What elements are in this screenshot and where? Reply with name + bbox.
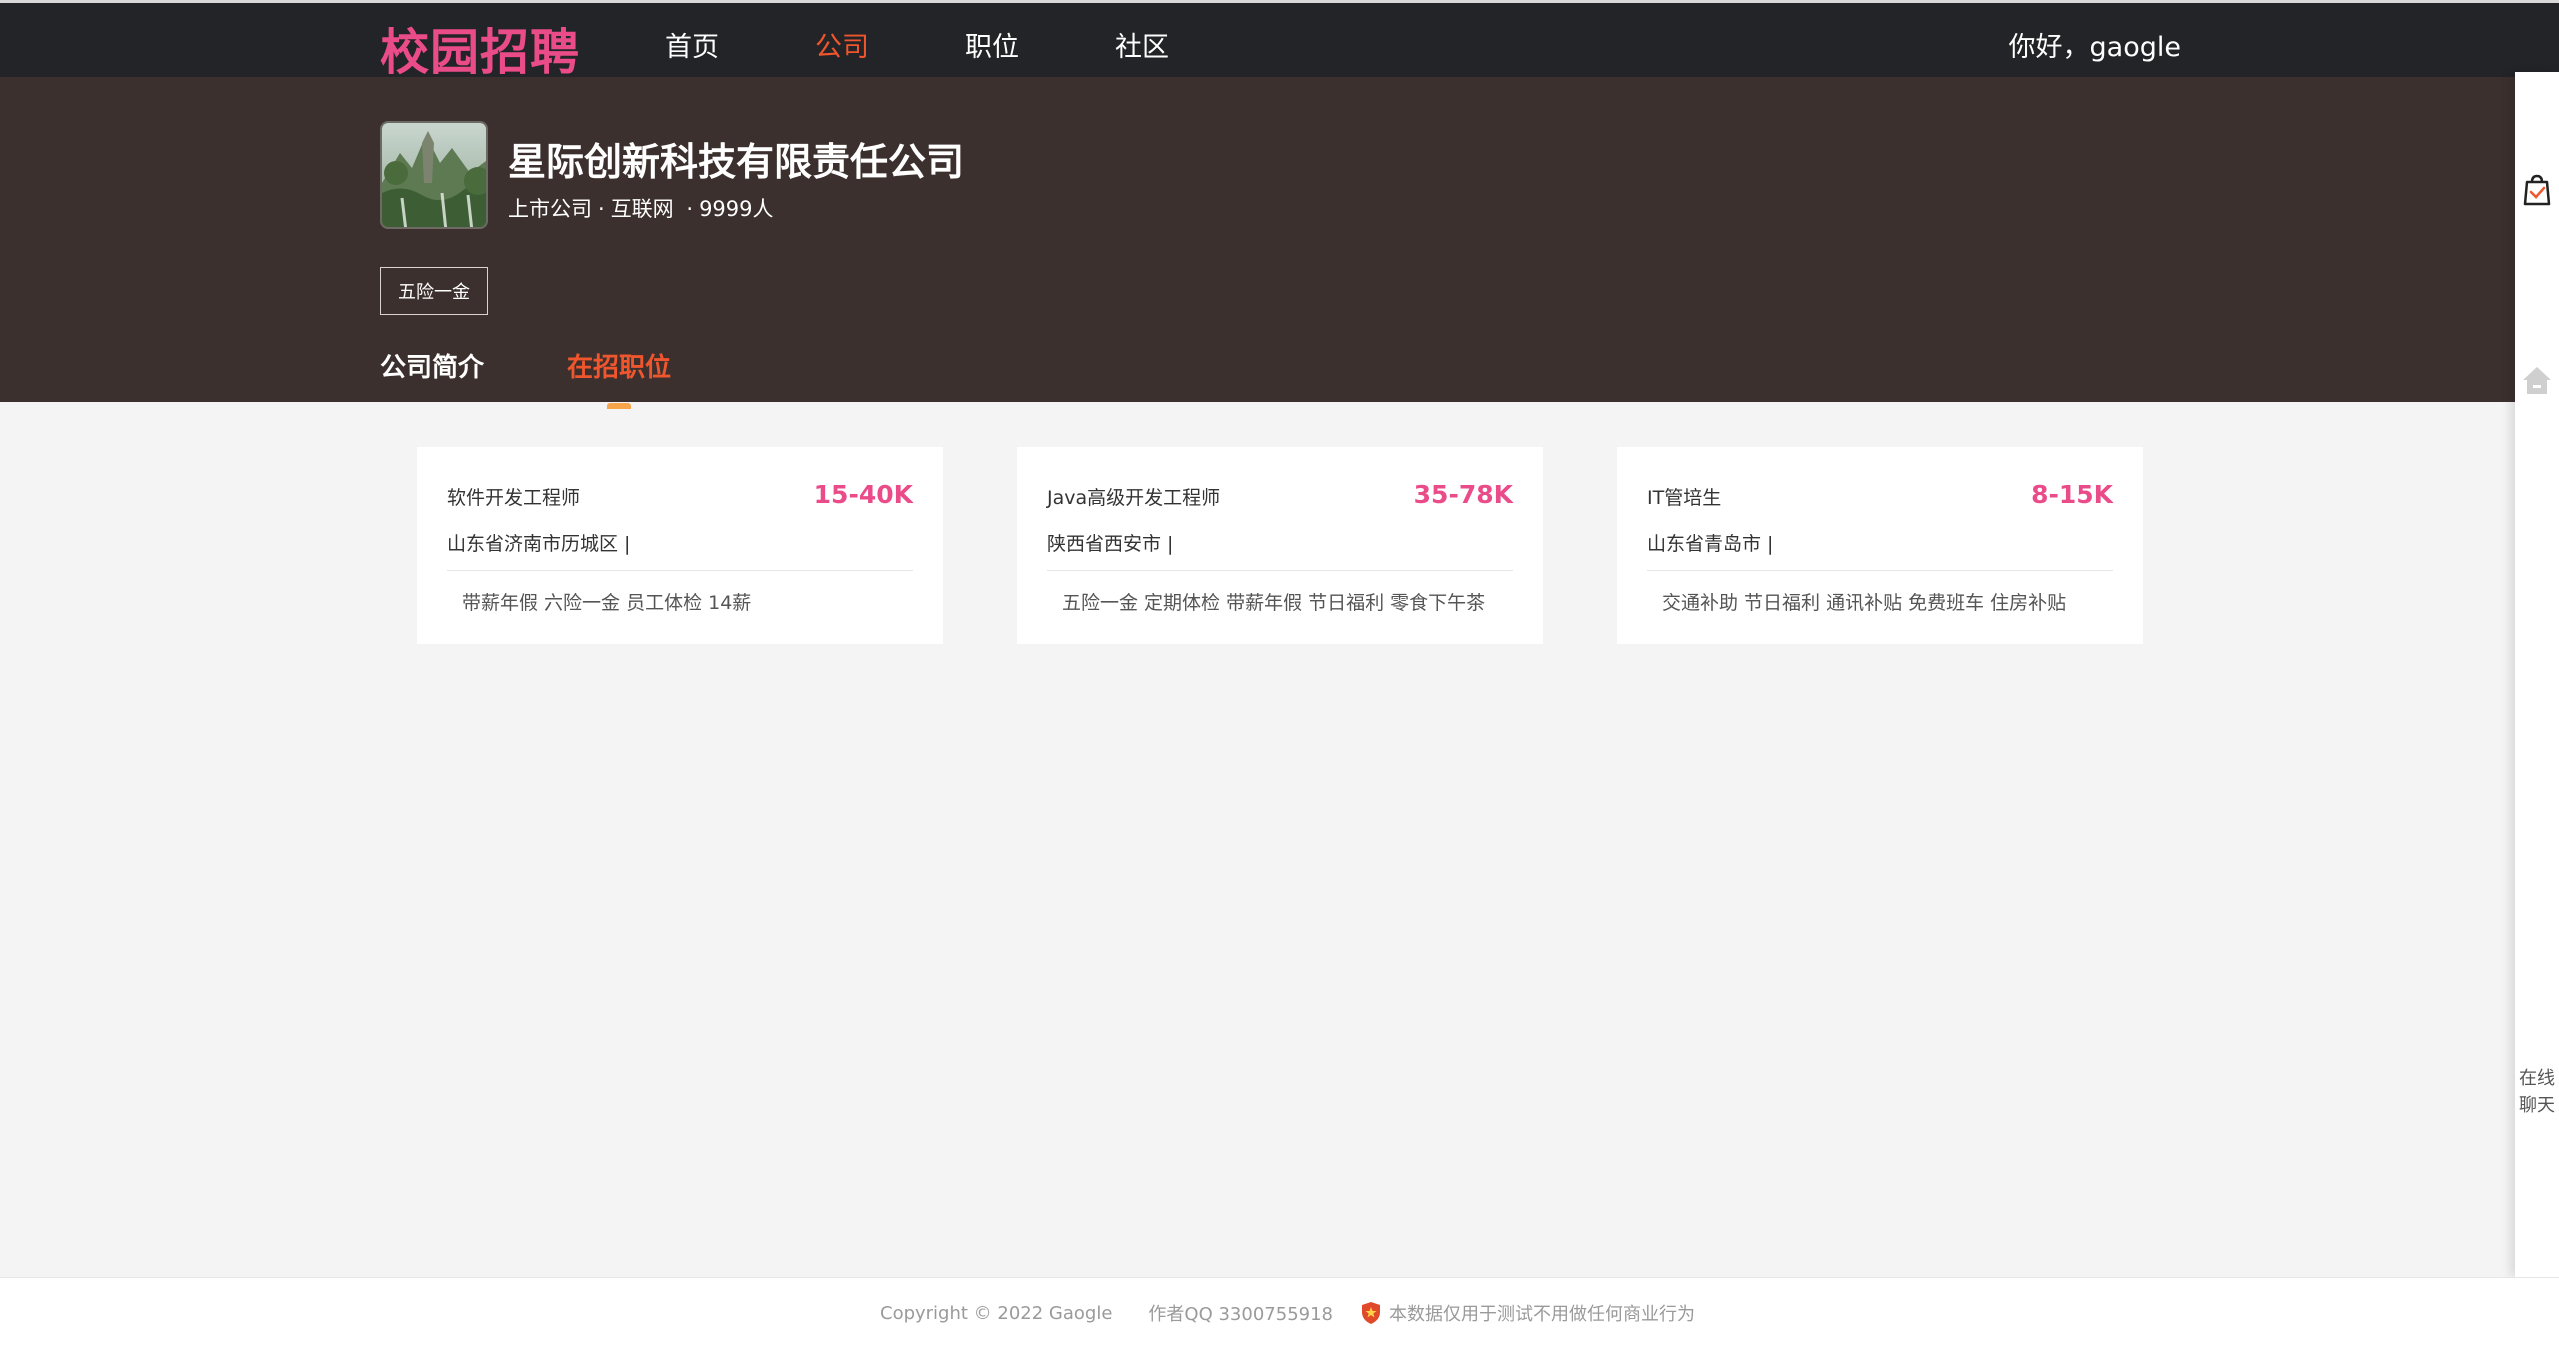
top-navbar: 校园招聘 首页 公司 职位 社区 你好，gaogle: [0, 0, 2559, 81]
shield-icon: [1362, 1302, 1381, 1324]
job-location: 山东省青岛市 |: [1647, 533, 1774, 555]
home-icon[interactable]: [2519, 362, 2555, 398]
online-chat-button[interactable]: 在线 聊天: [2519, 1065, 2559, 1119]
disclaimer-text: 本数据仅用于测试不用做任何商业行为: [1389, 1304, 1696, 1325]
nav-item-company[interactable]: 公司: [815, 25, 869, 64]
job-location: 陕西省西安市 |: [1047, 533, 1174, 555]
job-benefits: 交通补助 节日福利 通讯补贴 免费班车 住房补贴: [1662, 592, 2067, 614]
job-salary: 15-40K: [813, 480, 913, 509]
footer-content: Copyright © 2022 Gaogle 作者QQ 3300755918 …: [880, 1300, 1695, 1326]
meta-separator: ·: [686, 197, 694, 221]
meta-separator: ·: [598, 197, 605, 221]
company-logo-image: [382, 123, 486, 227]
footer: Copyright © 2022 Gaogle 作者QQ 3300755918 …: [0, 1277, 2559, 1348]
job-card[interactable]: Java高级开发工程师 35-78K 陕西省西安市 | 五险一金 定期体检 带薪…: [1017, 447, 1543, 644]
tab-company-intro[interactable]: 公司简介: [380, 347, 484, 384]
job-card[interactable]: IT管培生 8-15K 山东省青岛市 | 交通补助 节日福利 通讯补贴 免费班车…: [1617, 447, 2143, 644]
company-tabs: 公司简介 在招职位: [380, 347, 754, 409]
job-list: 软件开发工程师 15-40K 山东省济南市历城区 | 带薪年假 六险一金 员工体…: [417, 447, 2143, 644]
job-title[interactable]: 软件开发工程师: [447, 483, 580, 510]
author-qq-text: 作者QQ 3300755918: [1148, 1304, 1334, 1325]
job-title[interactable]: Java高级开发工程师: [1047, 483, 1220, 510]
job-benefits: 带薪年假 六险一金 员工体检 14薪: [462, 592, 752, 614]
site-logo[interactable]: 校园招聘: [380, 13, 580, 84]
job-salary: 35-78K: [1413, 480, 1513, 509]
company-name: 星际创新科技有限责任公司: [508, 140, 965, 184]
card-divider: [1047, 570, 1513, 571]
company-industry: 互联网: [610, 197, 674, 221]
card-divider: [447, 570, 913, 571]
job-benefits: 五险一金 定期体检 带薪年假 节日福利 零食下午茶: [1062, 592, 1486, 614]
company-meta: 上市公司 · 互联网 · 9999人: [508, 193, 780, 223]
company-type: 上市公司: [508, 197, 592, 221]
nav-item-home[interactable]: 首页: [665, 25, 719, 64]
company-logo: [380, 121, 488, 229]
tab-open-positions[interactable]: 在招职位: [567, 347, 671, 409]
benefit-tag: 五险一金: [380, 267, 488, 315]
card-divider: [1647, 570, 2113, 571]
company-size: 9999人: [699, 197, 774, 221]
main-nav: 首页 公司 职位 社区: [665, 25, 1265, 64]
nav-item-community[interactable]: 社区: [1115, 25, 1169, 64]
cart-icon[interactable]: [2519, 172, 2555, 208]
user-greeting[interactable]: 你好，gaogle: [2009, 25, 2181, 64]
chat-label-line2: 聊天: [2519, 1095, 2555, 1116]
chat-label-line1: 在线: [2519, 1068, 2555, 1089]
copyright-text: Copyright © 2022 Gaogle: [880, 1302, 1113, 1324]
company-header: 星际创新科技有限责任公司 上市公司 · 互联网 · 9999人 五险一金 公司简介 在…: [0, 77, 2515, 409]
job-location: 山东省济南市历城区 |: [447, 533, 631, 555]
right-sidebar: 在线 聊天: [2515, 72, 2559, 1277]
job-title[interactable]: IT管培生: [1647, 483, 1721, 510]
nav-item-jobs[interactable]: 职位: [965, 25, 1019, 64]
job-salary: 8-15K: [2031, 480, 2113, 509]
job-card[interactable]: 软件开发工程师 15-40K 山东省济南市历城区 | 带薪年假 六险一金 员工体…: [417, 447, 943, 644]
